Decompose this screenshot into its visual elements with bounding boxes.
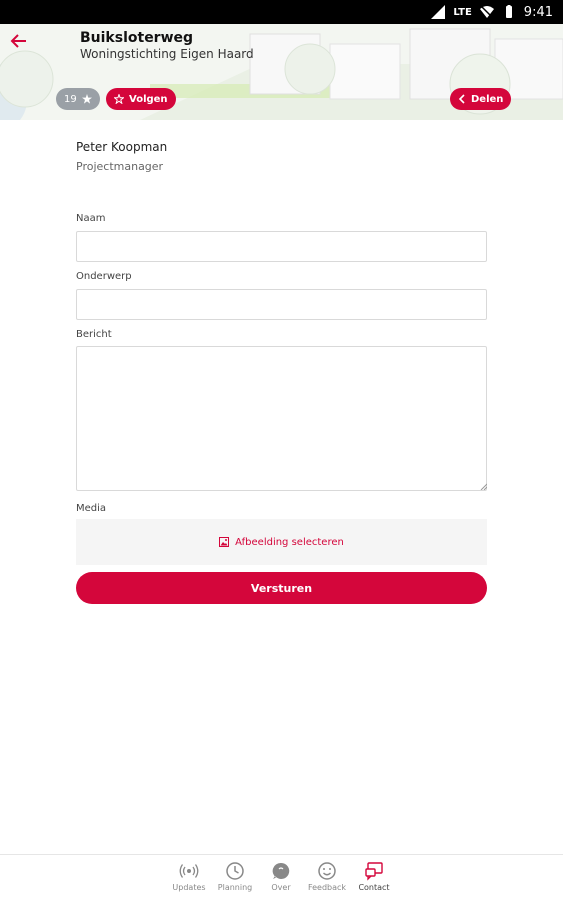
name-label: Naam [76, 213, 106, 224]
status-bar: LTE 9:41 [0, 0, 563, 24]
message-label: Bericht [76, 329, 112, 340]
message-textarea[interactable] [76, 346, 487, 491]
network-type: LTE [453, 6, 472, 18]
image-icon [219, 537, 230, 547]
follow-button[interactable]: Volgen [106, 88, 176, 110]
nav-item-planning[interactable]: Planning [212, 861, 258, 892]
name-input[interactable] [76, 231, 487, 262]
share-button[interactable]: Delen [450, 88, 512, 110]
share-label: Delen [471, 93, 504, 105]
bottom-navigation: Updates Planning Over Feedback Contact [0, 854, 563, 901]
follower-count: 19 [64, 93, 77, 105]
nav-label-feedback: Feedback [307, 883, 347, 892]
nav-label-contact: Contact [358, 883, 390, 892]
contact-name: Peter Koopman [76, 140, 168, 154]
subject-input[interactable] [76, 289, 487, 320]
nav-label-planning: Planning [217, 883, 253, 892]
contact-role: Projectmanager [76, 160, 164, 173]
contact-icon [365, 862, 383, 881]
wifi-icon [479, 6, 494, 19]
clock-time: 9:41 [523, 4, 553, 20]
nav-item-contact[interactable]: Contact [351, 861, 397, 892]
smiley-icon [318, 862, 336, 880]
nav-item-updates[interactable]: Updates [166, 861, 212, 892]
info-bubble-icon [272, 862, 290, 879]
nav-label-over: Over [271, 883, 291, 892]
follower-count-badge: 19 [56, 88, 100, 110]
send-button[interactable]: Versturen [76, 572, 487, 604]
clock-icon [226, 862, 244, 880]
project-title: Buiksloterweg [80, 30, 194, 46]
select-image-label: Afbeelding selecteren [235, 536, 344, 548]
star-icon [81, 94, 92, 104]
nav-item-over[interactable]: Over [258, 861, 304, 892]
follow-label: Volgen [129, 93, 168, 105]
battery-icon [505, 5, 512, 18]
share-icon [458, 94, 465, 104]
broadcast-icon [179, 864, 199, 878]
select-image-button[interactable]: Afbeelding selecteren [76, 519, 487, 565]
resize-grip-icon[interactable] [479, 482, 487, 490]
nav-item-feedback[interactable]: Feedback [304, 861, 350, 892]
signal-icon [431, 5, 446, 19]
project-organization: Woningstichting Eigen Haard [80, 47, 254, 61]
media-label: Media [76, 503, 107, 514]
project-header: Buiksloterweg Woningstichting Eigen Haar… [0, 24, 563, 120]
back-arrow-icon[interactable] [8, 30, 30, 52]
star-outline-icon [114, 94, 124, 104]
nav-label-updates: Updates [172, 883, 206, 892]
subject-label: Onderwerp [76, 271, 132, 282]
